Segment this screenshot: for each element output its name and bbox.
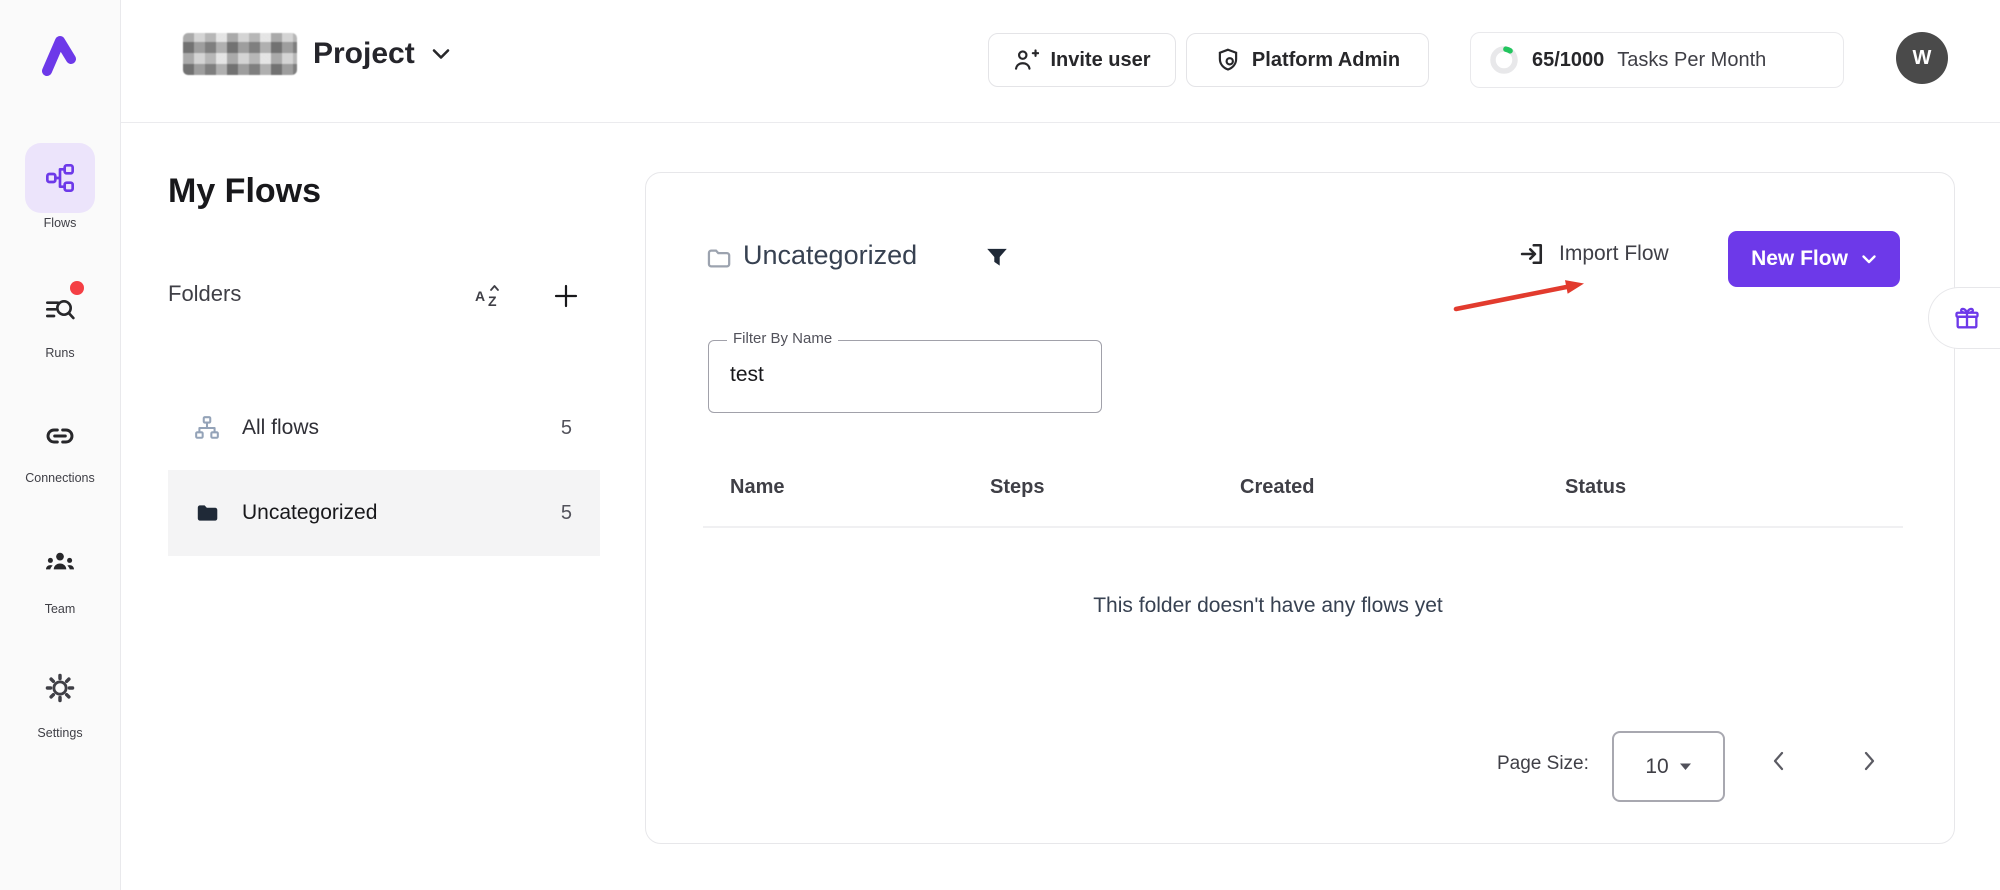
- task-usage-value: 65/1000: [1532, 49, 1604, 72]
- redacted-project-name: [183, 33, 297, 75]
- project-label: Project: [313, 37, 415, 71]
- previous-page-button[interactable]: [1766, 748, 1792, 774]
- task-usage-label: Tasks Per Month: [1617, 49, 1766, 72]
- sidebar-item-label: Settings: [0, 726, 120, 740]
- workflow-icon: [44, 162, 76, 194]
- folder-item-count: 5: [561, 502, 572, 525]
- page-size-value: 10: [1645, 755, 1668, 779]
- user-plus-icon: [1013, 47, 1039, 73]
- sidebar: Flows Runs Connections: [0, 0, 121, 890]
- sitemap-icon: [194, 415, 220, 441]
- team-icon[interactable]: [44, 546, 76, 578]
- platform-admin-button[interactable]: Platform Admin: [1186, 33, 1429, 87]
- runs-icon[interactable]: [44, 294, 76, 326]
- folder-item-count: 5: [561, 417, 572, 440]
- link-icon[interactable]: [44, 420, 76, 452]
- sidebar-item-label: Runs: [0, 346, 120, 360]
- sidebar-item-label: Team: [0, 602, 120, 616]
- invite-user-label: Invite user: [1050, 49, 1150, 72]
- folders-heading: Folders: [168, 281, 241, 307]
- column-header-status: Status: [1565, 476, 1626, 499]
- sort-alphabetical-icon[interactable]: A Z: [474, 284, 502, 310]
- sidebar-item-label: Connections: [0, 471, 120, 485]
- runs-notification-dot: [70, 281, 84, 295]
- folder-item-uncategorized[interactable]: Uncategorized 5: [168, 470, 600, 556]
- sidebar-item-flows[interactable]: [25, 143, 95, 213]
- next-page-button[interactable]: [1856, 748, 1882, 774]
- import-icon: [1518, 240, 1546, 268]
- svg-text:Z: Z: [488, 293, 497, 309]
- import-flow-button[interactable]: Import Flow: [1518, 240, 1669, 268]
- caret-down-icon: [1679, 762, 1692, 771]
- filter-by-name-input[interactable]: [710, 342, 1110, 408]
- filter-funnel-icon[interactable]: [984, 244, 1010, 271]
- page-size-label: Page Size:: [1497, 753, 1589, 775]
- empty-state-message: This folder doesn't have any flows yet: [703, 594, 1833, 618]
- new-flow-label: New Flow: [1751, 247, 1848, 271]
- folder-item-label: All flows: [242, 416, 319, 440]
- gift-icon: [1953, 304, 1981, 332]
- chevron-down-icon: [430, 47, 452, 61]
- header-divider: [121, 122, 2000, 123]
- column-header-steps: Steps: [990, 476, 1044, 499]
- progress-ring-icon: [1489, 45, 1519, 75]
- import-flow-label: Import Flow: [1559, 242, 1669, 266]
- table-header-divider: [703, 526, 1903, 528]
- folder-icon: [705, 245, 732, 272]
- folder-icon: [194, 500, 220, 526]
- page-title: My Flows: [168, 172, 321, 211]
- sidebar-item-label: Flows: [0, 216, 120, 230]
- shield-icon: [1215, 47, 1241, 73]
- filter-by-name-label: Filter By Name: [727, 330, 838, 347]
- rewards-tab[interactable]: [1928, 287, 2000, 349]
- task-usage-badge[interactable]: 65/1000 Tasks Per Month: [1470, 32, 1844, 88]
- avatar[interactable]: W: [1896, 32, 1948, 84]
- project-switcher[interactable]: Project: [183, 24, 452, 84]
- chevron-down-icon: [1861, 254, 1877, 265]
- invite-user-button[interactable]: Invite user: [988, 33, 1176, 87]
- column-header-created: Created: [1240, 476, 1314, 499]
- folder-item-all-flows[interactable]: All flows 5: [168, 400, 600, 456]
- app-window: Flows Runs Connections: [0, 0, 2000, 890]
- platform-admin-label: Platform Admin: [1252, 49, 1400, 72]
- column-header-name: Name: [730, 476, 784, 499]
- new-flow-button[interactable]: New Flow: [1728, 231, 1900, 287]
- page-size-select[interactable]: 10: [1612, 731, 1725, 802]
- panel-folder-title: Uncategorized: [743, 240, 917, 271]
- activepieces-logo[interactable]: [41, 33, 79, 77]
- avatar-initial: W: [1913, 47, 1932, 70]
- folder-item-label: Uncategorized: [242, 501, 377, 525]
- gear-icon[interactable]: [44, 672, 76, 704]
- svg-text:A: A: [475, 288, 485, 304]
- add-folder-button[interactable]: [552, 282, 580, 310]
